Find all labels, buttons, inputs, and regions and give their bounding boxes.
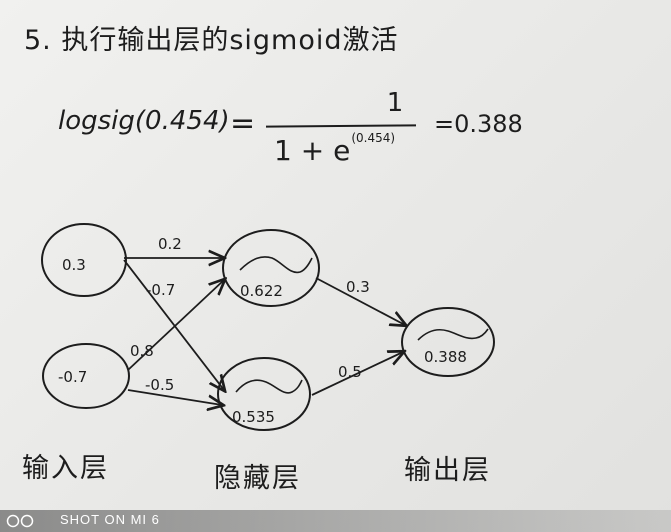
watermark-text: SHOT ON MI 6	[60, 512, 160, 527]
weight-in1-hid1: 0.2	[158, 235, 182, 253]
edge-in1-hid2	[123, 259, 224, 390]
output-node-sigmoid-curve	[417, 328, 489, 341]
camera-watermark: SHOT ON MI 6	[0, 510, 671, 532]
output-node-value: 0.388	[424, 348, 467, 366]
hidden-layer-label: 隐藏层	[214, 463, 301, 494]
weight-hid1-out: 0.3	[346, 278, 370, 296]
input-layer-label: 输入层	[22, 453, 109, 484]
hidden-node-2-sigmoid-curve	[235, 379, 303, 394]
hidden-node-2-value: 0.535	[232, 408, 275, 426]
weight-in2-hid1: 0.8	[130, 342, 154, 360]
camera-lens-icon	[6, 514, 34, 528]
weight-hid2-out: 0.5	[338, 363, 362, 381]
hidden-node-1-sigmoid-curve	[239, 256, 313, 274]
output-layer-label: 输出层	[404, 455, 491, 486]
weight-in1-hid2: -0.7	[146, 281, 175, 299]
input-node-2-value: -0.7	[58, 368, 87, 386]
edge-in2-hid2	[127, 389, 222, 405]
input-node-1-value: 0.3	[62, 256, 86, 274]
weight-in2-hid2: -0.5	[145, 376, 174, 394]
hidden-node-1-value: 0.622	[240, 282, 283, 300]
